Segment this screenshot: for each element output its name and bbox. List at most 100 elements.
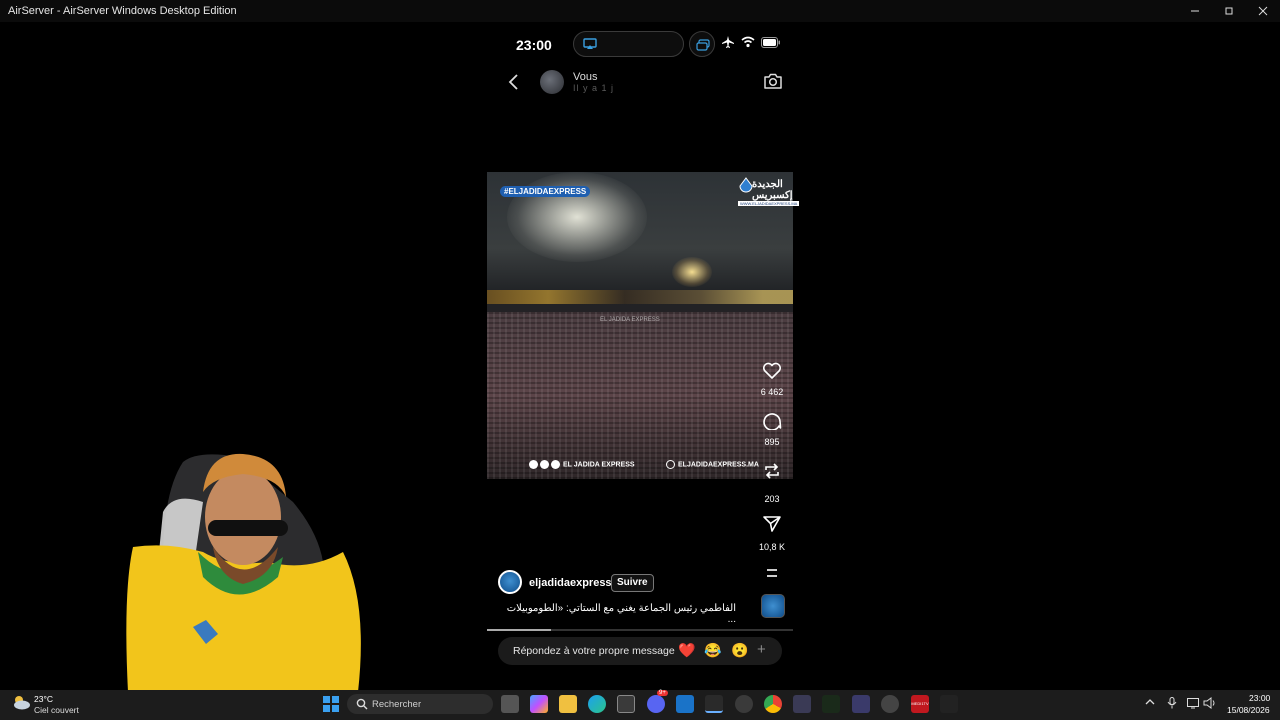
chevron-left-icon [508,74,518,90]
wow-reaction-button[interactable]: 😮 [731,642,748,659]
video-progress-fill [487,629,552,631]
weather-description[interactable]: Ciel couvert [34,705,79,715]
wifi-icon [741,36,755,48]
logo-text: الجديدة إكسبريس [752,179,793,201]
microphone-icon[interactable] [1167,697,1177,712]
network-icon[interactable] [1187,697,1199,712]
streamer-figure [126,453,361,692]
audio-thumbnail[interactable] [761,594,785,618]
copilot-icon[interactable] [530,695,548,713]
like-count: 6 462 [760,387,784,397]
back-button[interactable] [505,72,523,92]
avatar[interactable] [540,70,564,94]
window-controls [1178,0,1280,22]
file-explorer-icon[interactable] [559,695,577,713]
watermark-center: EL JADIDA EXPRESS [600,317,660,323]
send-icon [763,516,781,532]
account-name[interactable]: eljadidaexpress [529,577,612,589]
dynamic-island [573,31,684,57]
close-button[interactable] [1246,0,1280,22]
news-app-icon[interactable]: MEDI1TV [911,695,929,713]
chrome-icon[interactable] [764,695,782,713]
eljadida-logo: الجديدة إكسبريس WWW.ELJADIDAEXPRESS.MA [738,177,800,207]
obs-icon[interactable] [881,695,899,713]
reel-video[interactable] [487,172,793,479]
video-progress-bar [487,629,793,631]
comment-button[interactable]: 895 [752,411,792,447]
taskbar [0,690,1280,720]
repost-count: 203 [764,494,780,504]
gamepad-icon[interactable] [793,695,811,713]
watermark-right: ELJADIDAEXPRESS.MA [666,460,759,469]
notification-badge: 9+ [657,690,668,696]
mirror-icon [696,39,710,51]
volume-icon[interactable] [1203,697,1217,712]
minimize-button[interactable] [1178,0,1212,22]
account-avatar[interactable] [498,570,522,594]
edge-browser-icon[interactable] [588,695,606,713]
webcam-overlay [118,452,380,692]
start-icon-tile [332,696,339,703]
airplane-mode-icon [722,36,734,48]
share-button[interactable]: 10,8 K [752,515,792,552]
story-timestamp: Il y a 1 j [573,83,615,93]
menu-lines-icon [767,569,777,577]
more-options-button[interactable] [752,566,792,584]
like-button[interactable]: 6 462 [752,362,792,397]
start-icon-tile [332,705,339,712]
app-arabic-icon[interactable] [940,695,958,713]
add-reaction-button[interactable]: + [757,641,766,658]
follow-button[interactable]: Suivre [611,574,654,592]
phone-clock: 23:00 [516,37,552,53]
taskbar-clock-date[interactable]: 15/08/2026 [1227,705,1270,715]
camera-button[interactable] [763,72,783,95]
chevron-up-icon[interactable] [1145,697,1155,710]
chat-app-icon[interactable] [852,695,870,713]
airserver-icon[interactable] [705,695,723,713]
repost-icon [765,463,779,479]
spotlight [672,257,712,287]
clock-app-icon[interactable] [735,695,753,713]
app-a-icon[interactable] [822,695,840,713]
watermark-left: EL JADIDA EXPRESS [529,460,635,469]
battery-icon [761,36,780,48]
comment-icon [763,413,782,431]
airplay-icon [583,38,597,49]
start-icon-tile [323,705,330,712]
task-view-icon[interactable] [501,695,519,713]
cloudy-weather-icon[interactable] [11,694,31,710]
discord-icon[interactable]: 9+ [647,690,668,713]
laugh-reaction-button[interactable]: 😂 [704,642,721,659]
store-icon[interactable] [617,695,635,713]
status-icons [721,36,781,48]
hashtag-badge: #ELJADIDAEXPRESS [500,186,591,197]
camera-icon [764,73,782,89]
search-icon [356,698,368,710]
start-icon-tile [323,696,330,703]
share-count: 10,8 K [758,542,786,552]
heart-reaction-button[interactable]: ❤️ [678,642,695,659]
comment-count: 895 [764,437,780,447]
youtube-icon [551,460,560,469]
story-owner-name: Vous [573,71,598,83]
watermark-left-text: EL JADIDA EXPRESS [563,461,635,469]
facebook-icon [529,460,538,469]
instagram-icon [540,460,549,469]
globe-icon [666,460,675,469]
stage-area [487,290,793,304]
search-placeholder: Rechercher [372,699,422,710]
logo-url: WWW.ELJADIDAEXPRESS.MA [738,201,800,206]
screen-mirror-indicator [689,31,715,57]
mail-icon[interactable] [676,695,694,713]
heart-icon [762,362,782,379]
repost-button[interactable]: 203 [752,461,792,504]
window-titlebar: AirServer - AirServer Windows Desktop Ed… [0,0,1280,22]
watermark-right-text: ELJADIDAEXPRESS.MA [678,461,759,469]
taskbar-clock-time[interactable]: 23:00 [1249,693,1270,703]
window-title: AirServer - AirServer Windows Desktop Ed… [8,5,237,17]
reply-placeholder: Répondez à votre propre message [513,645,675,657]
weather-temperature[interactable]: 23°C [34,694,53,704]
maximize-button[interactable] [1212,0,1246,22]
post-caption[interactable]: الفاطمي رئيس الجماعة يغني مع الستاتي: «ا… [500,603,736,625]
start-button[interactable] [323,696,339,712]
